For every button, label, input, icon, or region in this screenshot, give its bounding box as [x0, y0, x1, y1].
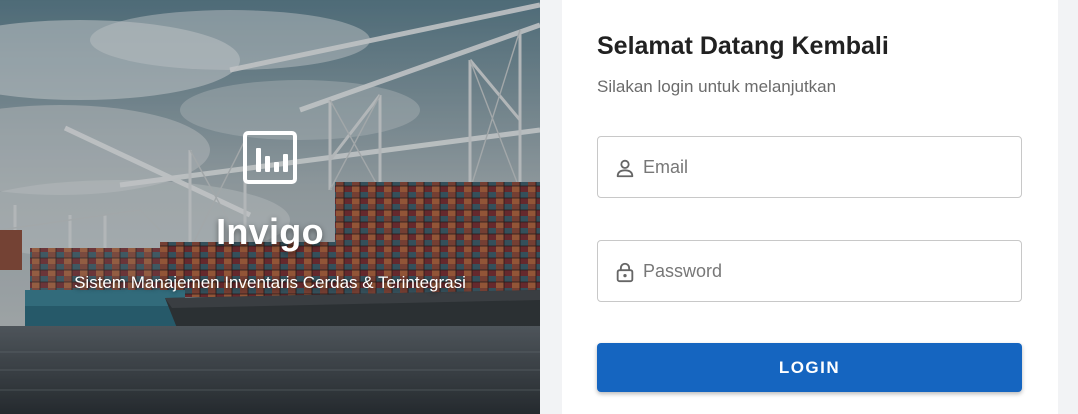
bar-chart-icon [243, 131, 297, 184]
email-input[interactable] [643, 138, 1013, 196]
email-field[interactable] [597, 136, 1022, 198]
brand-name: Invigo [216, 211, 324, 252]
user-icon [616, 159, 634, 178]
password-input[interactable] [643, 242, 1013, 300]
brand-tagline: Sistem Manajemen Inventaris Cerdas & Ter… [74, 273, 466, 292]
hero-panel: Invigo Sistem Manajemen Inventaris Cerda… [0, 0, 540, 414]
hero-content: Invigo Sistem Manajemen Inventaris Cerda… [0, 0, 540, 414]
password-field[interactable] [597, 240, 1022, 302]
login-button[interactable]: LOGIN [597, 343, 1022, 392]
page-subtitle: Silakan login untuk melanjutkan [597, 77, 837, 96]
login-panel: Selamat Datang Kembali Silakan login unt… [562, 0, 1058, 414]
page-title: Selamat Datang Kembali [597, 32, 889, 60]
lock-icon [616, 262, 634, 283]
